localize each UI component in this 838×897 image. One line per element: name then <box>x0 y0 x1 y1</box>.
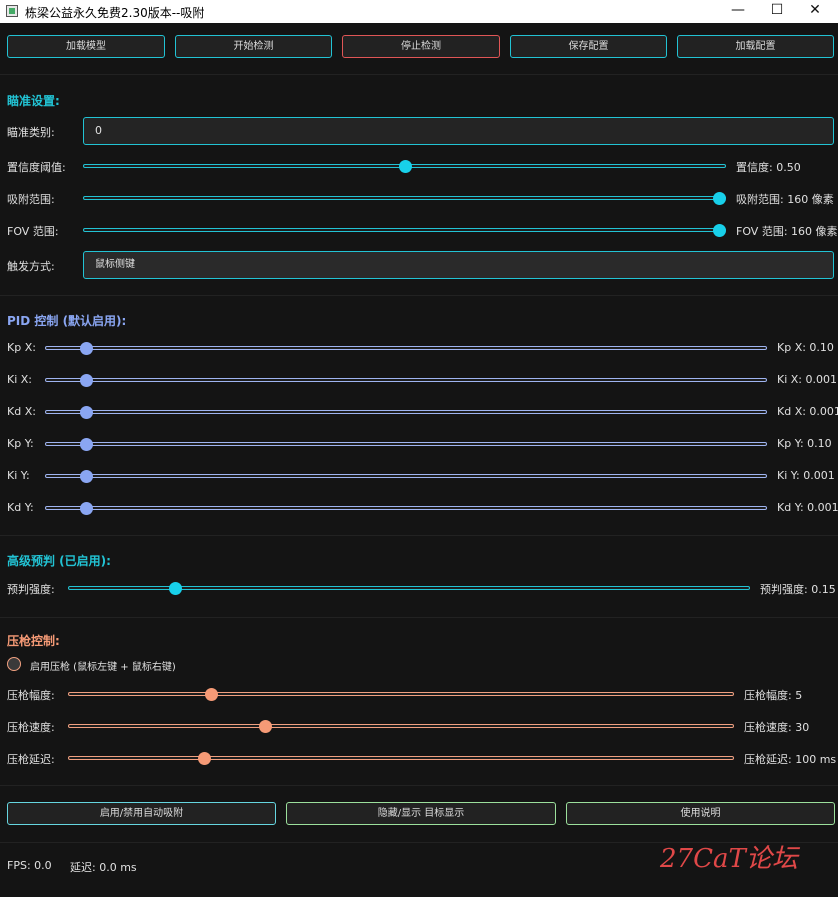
prediction-strength-label: 预判强度: <box>7 583 55 596</box>
load-config-button[interactable]: 加载配置 <box>677 35 834 58</box>
recoil-enable-label: 启用压枪 (鼠标左键 + 鼠标右键) <box>30 662 176 673</box>
recoil-param-value: 压枪幅度: 5 <box>744 689 803 702</box>
recoil-param-slider-handle[interactable] <box>198 752 211 765</box>
snap-range-slider-handle[interactable] <box>713 192 726 205</box>
fov-range-slider[interactable] <box>83 228 726 232</box>
trigger-mode-select[interactable]: 鼠标侧键 <box>83 251 834 279</box>
divider <box>0 74 838 75</box>
snap-range-slider[interactable] <box>83 196 726 200</box>
aim-category-input[interactable]: 0 <box>83 117 834 145</box>
pid-param-slider[interactable] <box>45 378 767 382</box>
pid-param-value: Kp Y: 0.10 <box>777 437 832 450</box>
pid-param-slider[interactable] <box>45 346 767 350</box>
pid-param-value: Ki X: 0.001 <box>777 373 837 386</box>
recoil-param-slider-handle[interactable] <box>259 720 272 733</box>
app-icon <box>6 5 18 17</box>
recoil-param-value: 压枪延迟: 100 ms <box>744 753 837 766</box>
pid-param-value: Kp X: 0.10 <box>777 341 834 354</box>
recoil-param-label: 压枪速度: <box>7 721 55 734</box>
toggle-target-display-button[interactable]: 隐藏/显示 目标显示 <box>286 802 556 825</box>
recoil-param-label: 压枪延迟: <box>7 753 55 766</box>
snap-range-label: 吸附范围: <box>7 193 55 206</box>
window-title: 栋梁公益永久免费2.30版本--吸附 <box>25 6 205 20</box>
pid-param-slider-handle[interactable] <box>80 342 93 355</box>
watermark: 27CaT论坛 <box>660 844 798 874</box>
confidence-value: 置信度: 0.50 <box>736 161 801 174</box>
divider <box>0 295 838 296</box>
recoil-param-slider[interactable] <box>68 756 734 760</box>
pid-param-slider[interactable] <box>45 506 767 510</box>
fov-range-label: FOV 范围: <box>7 225 59 238</box>
recoil-enable-checkbox[interactable] <box>7 657 21 671</box>
divider <box>0 617 838 618</box>
trigger-mode-label: 触发方式: <box>7 260 55 273</box>
fov-range-value: FOV 范围: 160 像素 <box>736 225 838 238</box>
recoil-param-slider[interactable] <box>68 724 734 728</box>
pid-param-value: Kd Y: 0.001 <box>777 501 838 514</box>
pid-param-slider[interactable] <box>45 474 767 478</box>
pid-section-title: PID 控制 (默认启用): <box>7 314 127 328</box>
load-model-button[interactable]: 加载模型 <box>7 35 165 58</box>
title-bar: 栋梁公益永久免费2.30版本--吸附 — ☐ ✕ <box>0 0 838 23</box>
recoil-section-title: 压枪控制: <box>7 634 60 648</box>
confidence-label: 置信度阈值: <box>7 161 66 174</box>
pid-param-slider-handle[interactable] <box>80 406 93 419</box>
latency-readout: 延迟: 0.0 ms <box>70 861 137 874</box>
aim-category-label: 瞄准类别: <box>7 126 55 139</box>
save-config-button[interactable]: 保存配置 <box>510 35 667 58</box>
pid-param-label: Kd Y: <box>7 501 34 514</box>
fov-range-slider-handle[interactable] <box>713 224 726 237</box>
pid-param-slider-handle[interactable] <box>80 470 93 483</box>
confidence-slider-handle[interactable] <box>399 160 412 173</box>
prediction-strength-value: 预判强度: 0.15 <box>760 583 836 596</box>
recoil-param-slider[interactable] <box>68 692 734 696</box>
close-button[interactable]: ✕ <box>792 0 838 23</box>
prediction-section-title: 高级预判 (已启用): <box>7 554 111 568</box>
pid-param-label: Ki Y: <box>7 469 30 482</box>
aim-section-title: 瞄准设置: <box>7 94 60 108</box>
pid-param-label: Kp X: <box>7 341 36 354</box>
pid-param-value: Kd X: 0.001 <box>777 405 838 418</box>
pid-param-slider-handle[interactable] <box>80 374 93 387</box>
recoil-param-slider-handle[interactable] <box>205 688 218 701</box>
recoil-param-value: 压枪速度: 30 <box>744 721 810 734</box>
pid-param-slider[interactable] <box>45 410 767 414</box>
fps-readout: FPS: 0.0 <box>7 859 52 872</box>
start-detection-button[interactable]: 开始检测 <box>175 35 332 58</box>
pid-param-label: Kp Y: <box>7 437 34 450</box>
pid-param-slider-handle[interactable] <box>80 502 93 515</box>
help-button[interactable]: 使用说明 <box>566 802 835 825</box>
toggle-auto-snap-button[interactable]: 启用/禁用自动吸附 <box>7 802 276 825</box>
recoil-param-label: 压枪幅度: <box>7 689 55 702</box>
pid-param-value: Ki Y: 0.001 <box>777 469 835 482</box>
prediction-strength-slider-handle[interactable] <box>169 582 182 595</box>
pid-param-slider-handle[interactable] <box>80 438 93 451</box>
pid-param-label: Ki X: <box>7 373 33 386</box>
pid-param-label: Kd X: <box>7 405 36 418</box>
divider <box>0 785 838 786</box>
pid-param-slider[interactable] <box>45 442 767 446</box>
snap-range-value: 吸附范围: 160 像素 <box>736 193 834 206</box>
stop-detection-button[interactable]: 停止检测 <box>342 35 500 58</box>
divider <box>0 535 838 536</box>
